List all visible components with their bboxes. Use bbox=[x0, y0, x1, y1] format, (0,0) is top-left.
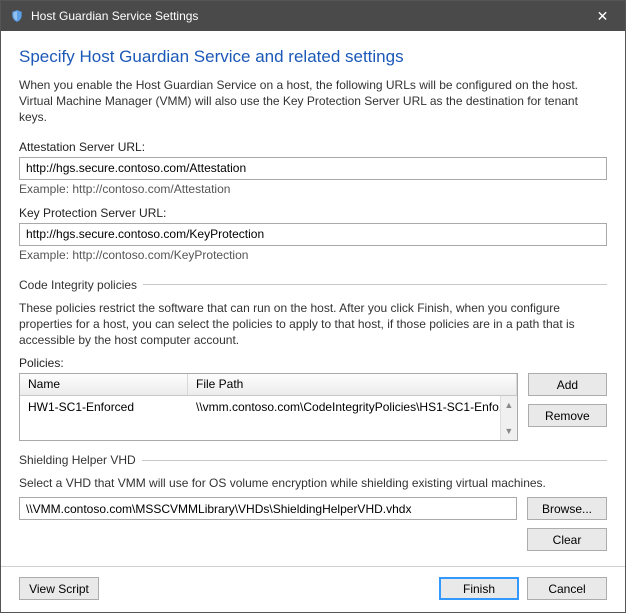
finish-button[interactable]: Finish bbox=[439, 577, 519, 600]
titlebar: Host Guardian Service Settings ✕ bbox=[1, 1, 625, 31]
view-script-button[interactable]: View Script bbox=[19, 577, 99, 600]
content-area: Specify Host Guardian Service and relate… bbox=[1, 31, 625, 566]
cancel-button[interactable]: Cancel bbox=[527, 577, 607, 600]
scroll-up-icon[interactable]: ▲ bbox=[501, 396, 517, 414]
code-integrity-description: These policies restrict the software tha… bbox=[19, 300, 607, 349]
clear-button[interactable]: Clear bbox=[527, 528, 607, 551]
close-icon: ✕ bbox=[597, 8, 609, 25]
shielding-vhd-input[interactable] bbox=[19, 497, 517, 520]
policies-label: Policies: bbox=[19, 356, 607, 370]
scroll-down-icon[interactable]: ▼ bbox=[501, 422, 517, 440]
keyprotection-label: Key Protection Server URL: bbox=[19, 206, 607, 220]
column-name[interactable]: Name bbox=[20, 374, 188, 395]
shielding-description: Select a VHD that VMM will use for OS vo… bbox=[19, 475, 607, 491]
code-integrity-title: Code Integrity policies bbox=[19, 278, 137, 292]
column-path[interactable]: File Path bbox=[188, 374, 517, 395]
policies-table[interactable]: Name File Path HW1-SC1-Enforced \\vmm.co… bbox=[19, 373, 518, 441]
code-integrity-section-header: Code Integrity policies bbox=[19, 278, 607, 292]
dialog-window: Host Guardian Service Settings ✕ Specify… bbox=[0, 0, 626, 613]
keyprotection-url-input[interactable] bbox=[19, 223, 607, 246]
page-title: Specify Host Guardian Service and relate… bbox=[19, 47, 607, 67]
remove-button[interactable]: Remove bbox=[528, 404, 607, 427]
scrollbar[interactable]: ▲ ▼ bbox=[500, 396, 517, 440]
page-description: When you enable the Host Guardian Servic… bbox=[19, 77, 607, 126]
divider bbox=[143, 284, 607, 285]
add-button[interactable]: Add bbox=[528, 373, 607, 396]
window-title: Host Guardian Service Settings bbox=[31, 9, 580, 23]
table-header: Name File Path bbox=[20, 374, 517, 396]
cell-path: \\vmm.contoso.com\CodeIntegrityPolicies\… bbox=[188, 398, 517, 416]
attestation-example: Example: http://contoso.com/Attestation bbox=[19, 182, 607, 196]
shielding-section-header: Shielding Helper VHD bbox=[19, 453, 607, 467]
close-button[interactable]: ✕ bbox=[580, 1, 625, 31]
keyprotection-example: Example: http://contoso.com/KeyProtectio… bbox=[19, 248, 607, 262]
browse-button[interactable]: Browse... bbox=[527, 497, 607, 520]
table-row[interactable]: HW1-SC1-Enforced \\vmm.contoso.com\CodeI… bbox=[20, 396, 517, 418]
attestation-url-input[interactable] bbox=[19, 157, 607, 180]
footer: View Script Finish Cancel bbox=[1, 566, 625, 612]
cell-name: HW1-SC1-Enforced bbox=[20, 398, 188, 416]
attestation-label: Attestation Server URL: bbox=[19, 140, 607, 154]
shielding-title: Shielding Helper VHD bbox=[19, 453, 136, 467]
divider bbox=[142, 460, 607, 461]
shield-icon bbox=[9, 8, 25, 24]
